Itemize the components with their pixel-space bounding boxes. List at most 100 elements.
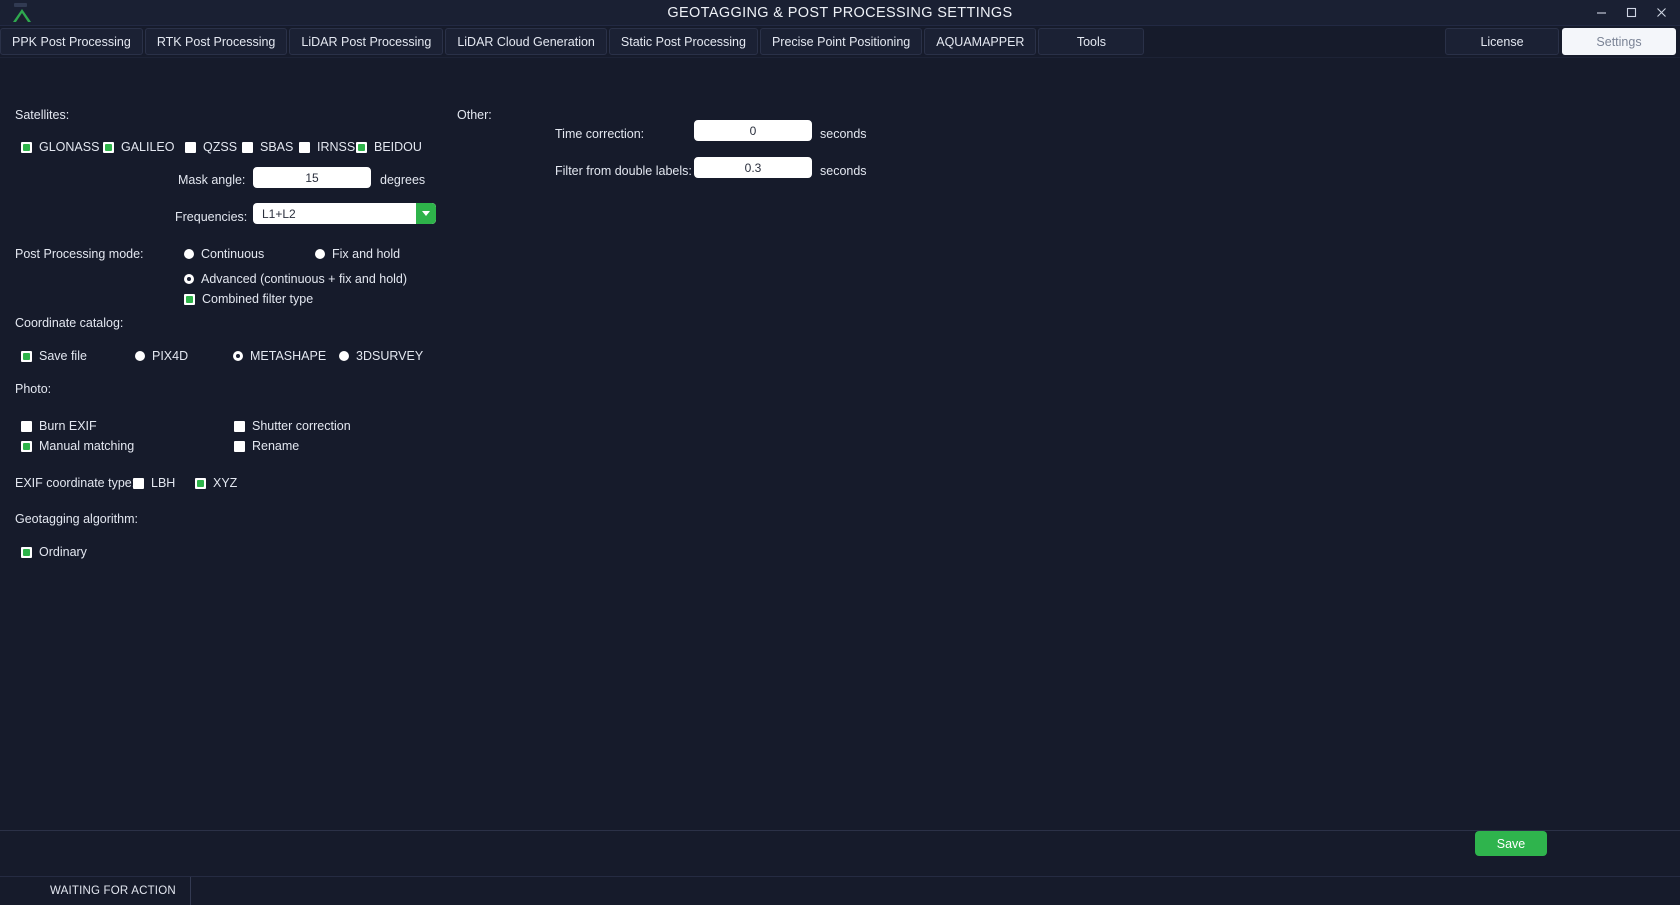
checkbox-box	[185, 141, 196, 153]
radio-fix-and-hold[interactable]: Fix and hold	[315, 247, 400, 261]
maximize-icon[interactable]	[1616, 0, 1646, 25]
checkbox-box	[21, 440, 32, 452]
tab-static-post-processing[interactable]: Static Post Processing	[608, 28, 758, 55]
checkbox-box	[242, 141, 253, 153]
tab-bar: PPK Post Processing RTK Post Processing …	[0, 26, 1680, 58]
checkbox-box	[299, 141, 310, 153]
tab-label: LiDAR Cloud Generation	[457, 34, 595, 49]
tab-precise-point-positioning[interactable]: Precise Point Positioning	[759, 28, 923, 55]
satellites-heading: Satellites:	[15, 108, 70, 122]
tab-label: Static Post Processing	[620, 34, 746, 49]
settings-content: Satellites: GLONASS GALILEO QZSS SBAS IR…	[0, 58, 1680, 905]
tab-label: PPK Post Processing	[12, 34, 131, 49]
checkbox-label: BEIDOU	[374, 140, 422, 154]
checkbox-label: Shutter correction	[252, 419, 351, 433]
checkbox-sbas[interactable]: SBAS	[242, 140, 293, 154]
checkbox-label: Burn EXIF	[39, 419, 97, 433]
checkbox-label: GLONASS	[39, 140, 100, 154]
checkbox-glonass[interactable]: GLONASS	[21, 140, 99, 154]
radio-circle	[184, 249, 194, 259]
filter-double-labels-label: Filter from double labels:	[555, 164, 692, 178]
frequencies-value: L1+L2	[262, 206, 296, 221]
tab-label: Precise Point Positioning	[771, 34, 911, 49]
filter-double-labels-input[interactable]	[694, 157, 812, 178]
radio-circle	[233, 351, 243, 361]
checkbox-box	[21, 546, 32, 558]
checkbox-box	[234, 420, 245, 432]
checkbox-box	[21, 350, 32, 362]
post-processing-mode-heading: Post Processing mode:	[15, 247, 144, 261]
license-button-label: License	[1480, 34, 1524, 49]
checkbox-box	[184, 293, 195, 305]
minimize-icon[interactable]	[1586, 0, 1616, 25]
tab-lidar-cloud-generation[interactable]: LiDAR Cloud Generation	[445, 28, 607, 55]
radio-label: 3DSURVEY	[356, 349, 424, 363]
checkbox-label: Combined filter type	[202, 292, 314, 306]
radio-continuous[interactable]: Continuous	[184, 247, 264, 261]
radio-pix4d[interactable]: PIX4D	[135, 349, 188, 363]
chevron-down-icon[interactable]	[416, 203, 436, 224]
time-correction-label: Time correction:	[555, 127, 645, 141]
checkbox-manual-matching[interactable]: Manual matching	[21, 439, 134, 453]
frequencies-select[interactable]: L1+L2	[253, 203, 436, 224]
checkbox-label: QZSS	[203, 140, 238, 154]
footer-divider	[0, 830, 1680, 831]
radio-metashape[interactable]: METASHAPE	[233, 349, 326, 363]
status-bar-filler	[191, 877, 1680, 905]
geotagging-algorithm-heading: Geotagging algorithm:	[15, 512, 138, 526]
coordinate-catalog-heading: Coordinate catalog:	[15, 316, 124, 330]
checkbox-label: LBH	[151, 476, 176, 490]
checkbox-label: Rename	[252, 439, 300, 453]
checkbox-qzss[interactable]: QZSS	[185, 140, 237, 154]
checkbox-shutter-correction[interactable]: Shutter correction	[234, 419, 351, 433]
radio-circle	[315, 249, 325, 259]
radio-label: Continuous	[201, 247, 265, 261]
time-correction-unit: seconds	[820, 127, 867, 141]
exif-coordinate-type-heading: EXIF coordinate type:	[15, 476, 136, 490]
settings-button[interactable]: Settings	[1562, 28, 1676, 55]
checkbox-save-file[interactable]: Save file	[21, 349, 87, 363]
tab-aquamapper[interactable]: AQUAMAPPER	[924, 28, 1037, 55]
checkbox-burn-exif[interactable]: Burn EXIF	[21, 419, 97, 433]
checkbox-label: Manual matching	[39, 439, 135, 453]
window-title: GEOTAGGING & POST PROCESSING SETTINGS	[667, 4, 1013, 21]
checkbox-beidou[interactable]: BEIDOU	[356, 140, 422, 154]
checkbox-label: XYZ	[213, 476, 238, 490]
status-message: WAITING FOR ACTION	[0, 877, 191, 905]
title-bar: GEOTAGGING & POST PROCESSING SETTINGS	[0, 0, 1680, 26]
tab-ppk-post-processing[interactable]: PPK Post Processing	[0, 28, 143, 55]
checkbox-label: GALILEO	[121, 140, 175, 154]
tab-label: LiDAR Post Processing	[301, 34, 432, 49]
checkbox-irnss[interactable]: IRNSS	[299, 140, 355, 154]
filter-double-labels-unit: seconds	[820, 164, 867, 178]
radio-label: Fix and hold	[332, 247, 401, 261]
radio-label: PIX4D	[152, 349, 189, 363]
radio-3dsurvey[interactable]: 3DSURVEY	[339, 349, 423, 363]
checkbox-ordinary[interactable]: Ordinary	[21, 545, 87, 559]
radio-advanced[interactable]: Advanced (continuous + fix and hold)	[184, 272, 407, 286]
checkbox-galileo[interactable]: GALILEO	[103, 140, 175, 154]
time-correction-input[interactable]	[694, 120, 812, 141]
checkbox-lbh[interactable]: LBH	[133, 476, 175, 490]
checkbox-rename[interactable]: Rename	[234, 439, 299, 453]
checkbox-label: IRNSS	[317, 140, 356, 154]
checkbox-label: Save file	[39, 349, 87, 363]
checkbox-xyz[interactable]: XYZ	[195, 476, 237, 490]
other-heading: Other:	[457, 108, 492, 122]
mask-angle-input[interactable]	[253, 167, 371, 188]
status-bar: WAITING FOR ACTION	[0, 876, 1680, 905]
radio-circle	[339, 351, 349, 361]
close-icon[interactable]	[1646, 0, 1676, 25]
header-action-buttons: License Settings	[1442, 28, 1680, 55]
window-controls	[1586, 0, 1680, 25]
save-button[interactable]: Save	[1475, 831, 1547, 856]
checkbox-box	[133, 477, 144, 489]
app-window: GEOTAGGING & POST PROCESSING SETTINGS PP…	[0, 0, 1680, 905]
survey-cone-icon	[9, 2, 35, 23]
tab-rtk-post-processing[interactable]: RTK Post Processing	[144, 28, 288, 55]
tab-lidar-post-processing[interactable]: LiDAR Post Processing	[289, 28, 444, 55]
checkbox-combined-filter-type[interactable]: Combined filter type	[184, 292, 313, 306]
tab-tools[interactable]: Tools	[1038, 28, 1145, 55]
settings-button-label: Settings	[1596, 34, 1642, 49]
license-button[interactable]: License	[1445, 28, 1559, 55]
